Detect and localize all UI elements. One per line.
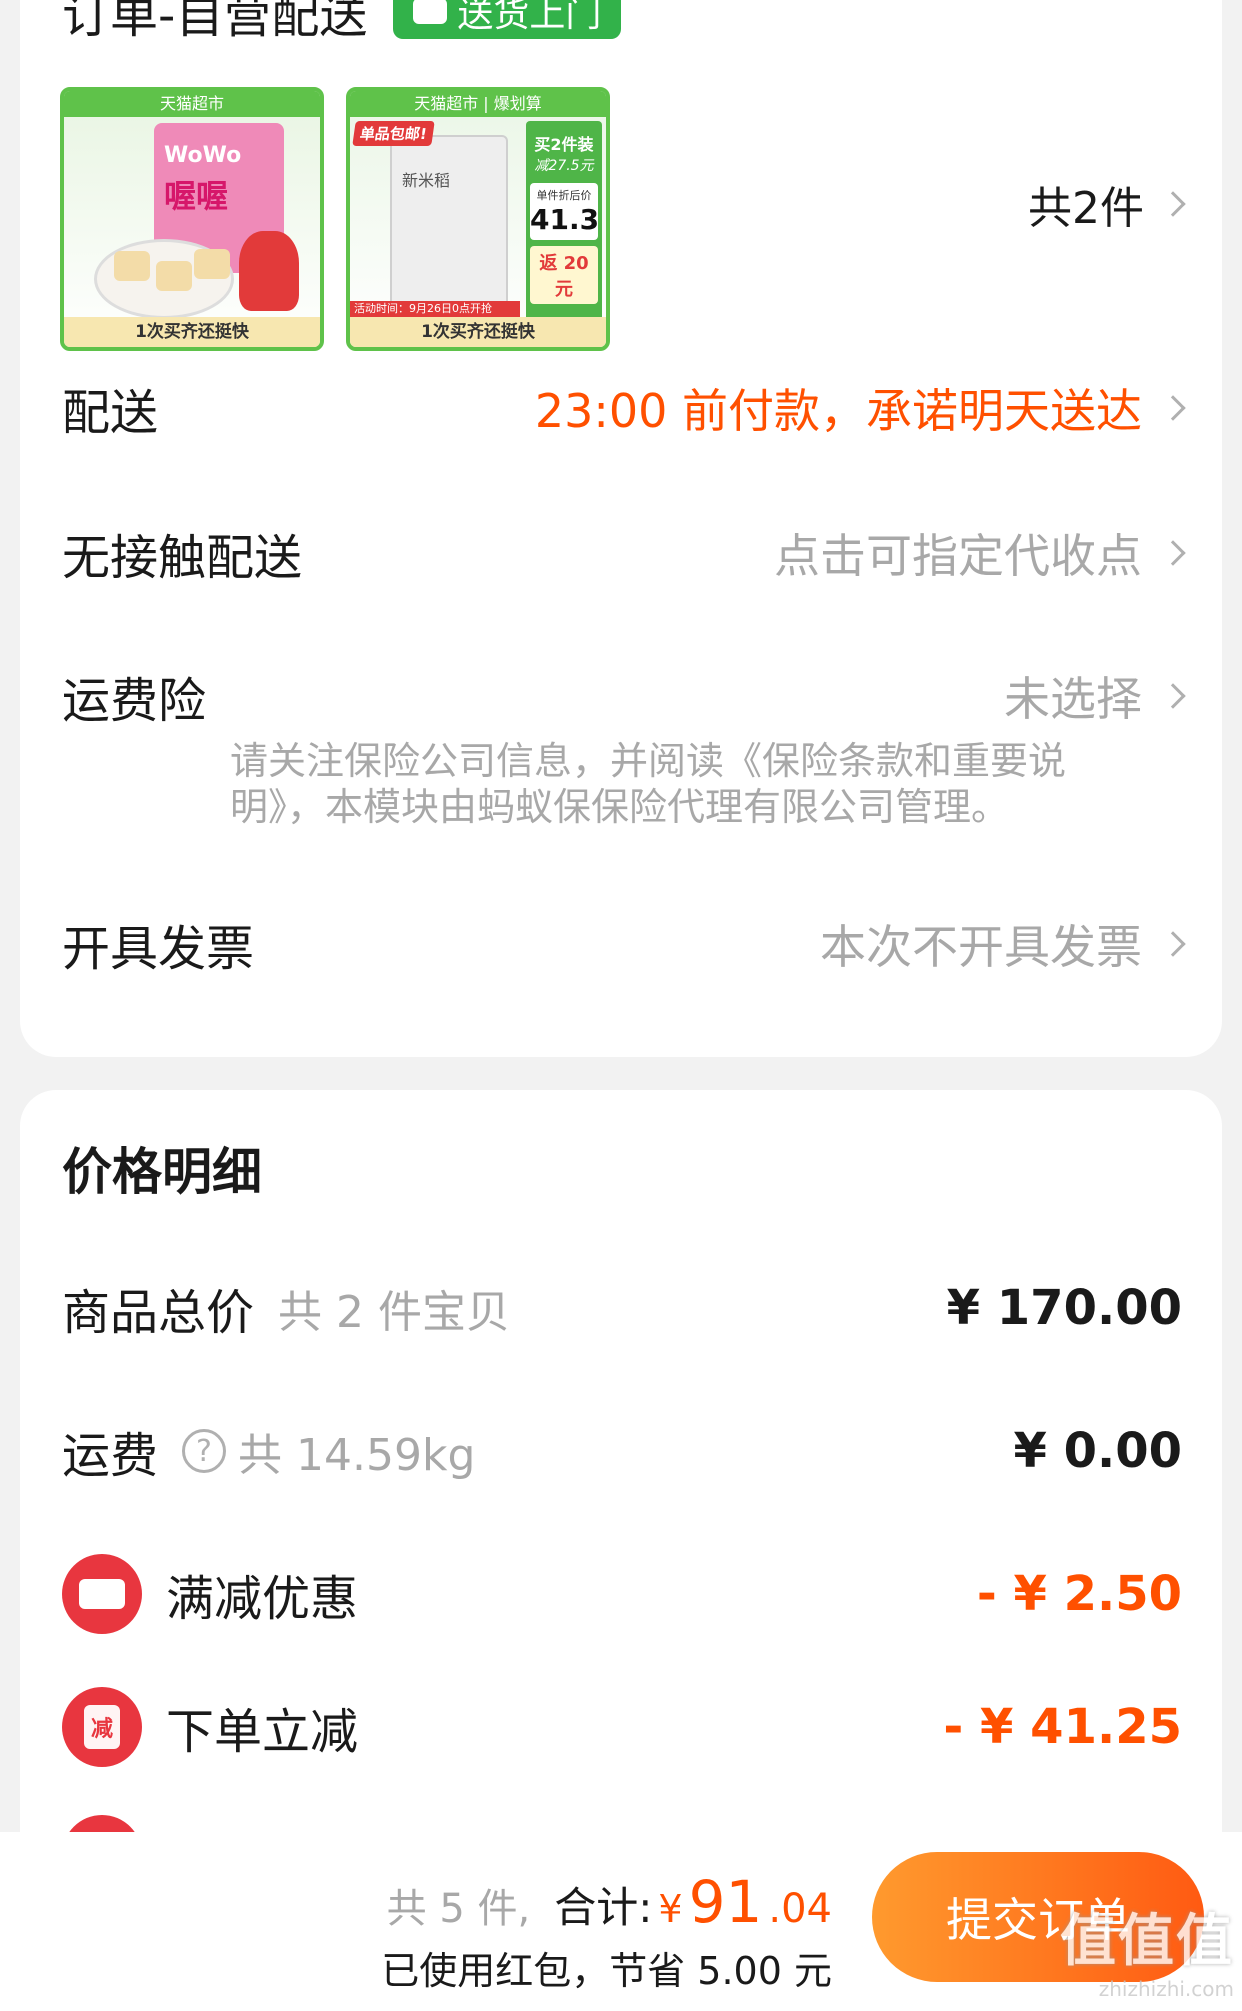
shipping-insurance-row[interactable]: 运费险 未选择 xyxy=(62,658,1186,734)
thumbnail-top-label: 天猫超市 | 爆划算 xyxy=(350,91,606,117)
contactless-delivery-label: 无接触配送 xyxy=(62,530,303,586)
home-delivery-tag: 送货上门 xyxy=(393,0,622,39)
rebate-box: 返 20 元 xyxy=(530,246,598,304)
watermark-logo: 值值值 xyxy=(1060,1909,1234,1974)
delivery-row[interactable]: 配送 23:00 前付款，承诺明天送达 xyxy=(62,370,1186,446)
unit-price-value: 41.3 xyxy=(530,203,600,236)
goods-count: 共 2 件宝贝 xyxy=(278,1287,510,1338)
shipping-fee-label: 运费 xyxy=(62,1428,159,1484)
chevron-right-icon xyxy=(1160,683,1186,709)
full-discount-label: 满减优惠 xyxy=(166,1571,359,1627)
goods-total-row: 商品总价 共 2 件宝贝 ¥ 170.00 xyxy=(62,1270,1182,1346)
candy-piece xyxy=(156,261,192,291)
shipping-insurance-value: 未选择 xyxy=(1004,672,1142,726)
shipping-fee-row: 运费 ? 共 14.59kg ¥ 0.00 xyxy=(62,1413,1182,1489)
product-thumbnail-candy[interactable]: 天猫超市 WoWo 喔喔 1次买齐还挺快 xyxy=(60,87,324,351)
checkout-bar: 共 5 件, 合计: ¥ 91 .04 已使用红包，节省 5.00 元 提交订单… xyxy=(0,1832,1242,2011)
full-discount-amount: - ¥ 2.50 xyxy=(976,1566,1182,1622)
invoice-row[interactable]: 开具发票 本次不开具发票 xyxy=(62,906,1186,982)
unit-price-box: 单件折后价 41.3 xyxy=(530,183,600,240)
home-delivery-label: 送货上门 xyxy=(457,0,602,35)
product-thumbnail-rice[interactable]: 天猫超市 | 爆划算 新米稻 单品包邮! 买2件装 减27.5元 单件折后价 4… xyxy=(346,87,610,351)
goods-total-amount: ¥ 170.00 xyxy=(946,1280,1182,1336)
chevron-right-icon xyxy=(1160,540,1186,566)
total-amount-decimal: .04 xyxy=(768,1886,832,1932)
chevron-right-icon xyxy=(1160,395,1186,421)
delivery-label: 配送 xyxy=(62,385,159,441)
rooster-mascot xyxy=(239,231,299,311)
full-discount-row: 满减优惠 - ¥ 2.50 xyxy=(62,1551,1182,1637)
chevron-right-icon xyxy=(1160,931,1186,957)
help-icon[interactable]: ? xyxy=(182,1429,227,1473)
discount-jar-icon: 减 xyxy=(62,1687,142,1767)
shipping-fee-amount: ¥ 0.00 xyxy=(1013,1423,1182,1479)
chevron-right-icon xyxy=(1160,191,1186,217)
candy-piece xyxy=(194,249,230,279)
invoice-value: 本次不开具发票 xyxy=(820,920,1142,974)
truck-icon xyxy=(413,0,448,24)
item-count: 共2件 xyxy=(1028,183,1144,234)
candy-product-name: 喔喔 xyxy=(164,177,229,215)
invoice-label: 开具发票 xyxy=(62,921,255,977)
promo-side-panel: 买2件装 减27.5元 单件折后价 41.3 返 20 元 xyxy=(526,121,602,347)
instant-discount-row: 减 下单立减 - ¥ 41.25 xyxy=(62,1684,1182,1770)
pickup-point-hint: 点击可指定代收点 xyxy=(774,529,1142,583)
campaign-date-strip: 活动时间：9月26日0点开抢 xyxy=(350,301,520,317)
total-label: 合计: xyxy=(554,1883,653,1932)
contactless-delivery-row[interactable]: 无接触配送 点击可指定代收点 xyxy=(62,515,1186,591)
insurance-disclaimer[interactable]: 请关注保险公司信息，并阅读《保险条款和重要说明》，本模块由蚂蚁保保险代理有限公司… xyxy=(230,738,1132,830)
savings-note: 已使用红包，节省 5.00 元 xyxy=(381,1949,832,1993)
site-watermark: 值值值 zhizhizhi.com xyxy=(1060,1896,1234,2001)
price-detail-title: 价格明细 xyxy=(62,1143,262,1201)
thumbnail-bottom-label: 1次买齐还挺快 xyxy=(350,317,606,347)
currency-symbol: ¥ xyxy=(658,1887,683,1931)
item-count-link[interactable]: 共2件 xyxy=(1028,172,1186,236)
order-total-line: 共 5 件, 合计: ¥ 91 .04 xyxy=(387,1868,832,1936)
candy-piece xyxy=(114,251,150,281)
total-item-count: 共 5 件, xyxy=(386,1886,531,1932)
instant-discount-label: 下单立减 xyxy=(166,1704,359,1760)
rice-bag: 新米稻 xyxy=(390,135,508,315)
coupon-icon xyxy=(62,1554,142,1634)
total-amount-integer: 91 xyxy=(688,1868,763,1936)
order-card: 订单-自营配送 送货上门 天猫超市 WoWo 喔喔 1次买齐还挺快 天猫超市 |… xyxy=(20,0,1222,1057)
delivery-promise: 23:00 前付款，承诺明天送达 xyxy=(534,384,1142,438)
order-section-title: 订单-自营配送 xyxy=(62,0,368,44)
instant-discount-amount: - ¥ 41.25 xyxy=(943,1699,1182,1755)
shipping-weight: 共 14.59kg xyxy=(238,1430,476,1481)
watermark-site: zhizhizhi.com xyxy=(1098,1977,1234,2001)
candy-brand: WoWo xyxy=(164,143,242,168)
unit-price-label: 单件折后价 xyxy=(536,189,592,202)
free-shipping-badge: 单品包邮! xyxy=(352,121,435,146)
order-header: 订单-自营配送 送货上门 xyxy=(62,0,622,44)
promo-line-2: 减27.5元 xyxy=(534,158,594,174)
rice-product-name: 新米稻 xyxy=(402,171,451,190)
thumbnail-bottom-label: 1次买齐还挺快 xyxy=(64,317,320,347)
thumbnail-top-label: 天猫超市 xyxy=(64,91,320,117)
goods-total-label: 商品总价 xyxy=(62,1285,255,1341)
promo-line-1: 买2件装 xyxy=(534,135,594,154)
shipping-insurance-label: 运费险 xyxy=(62,673,207,729)
